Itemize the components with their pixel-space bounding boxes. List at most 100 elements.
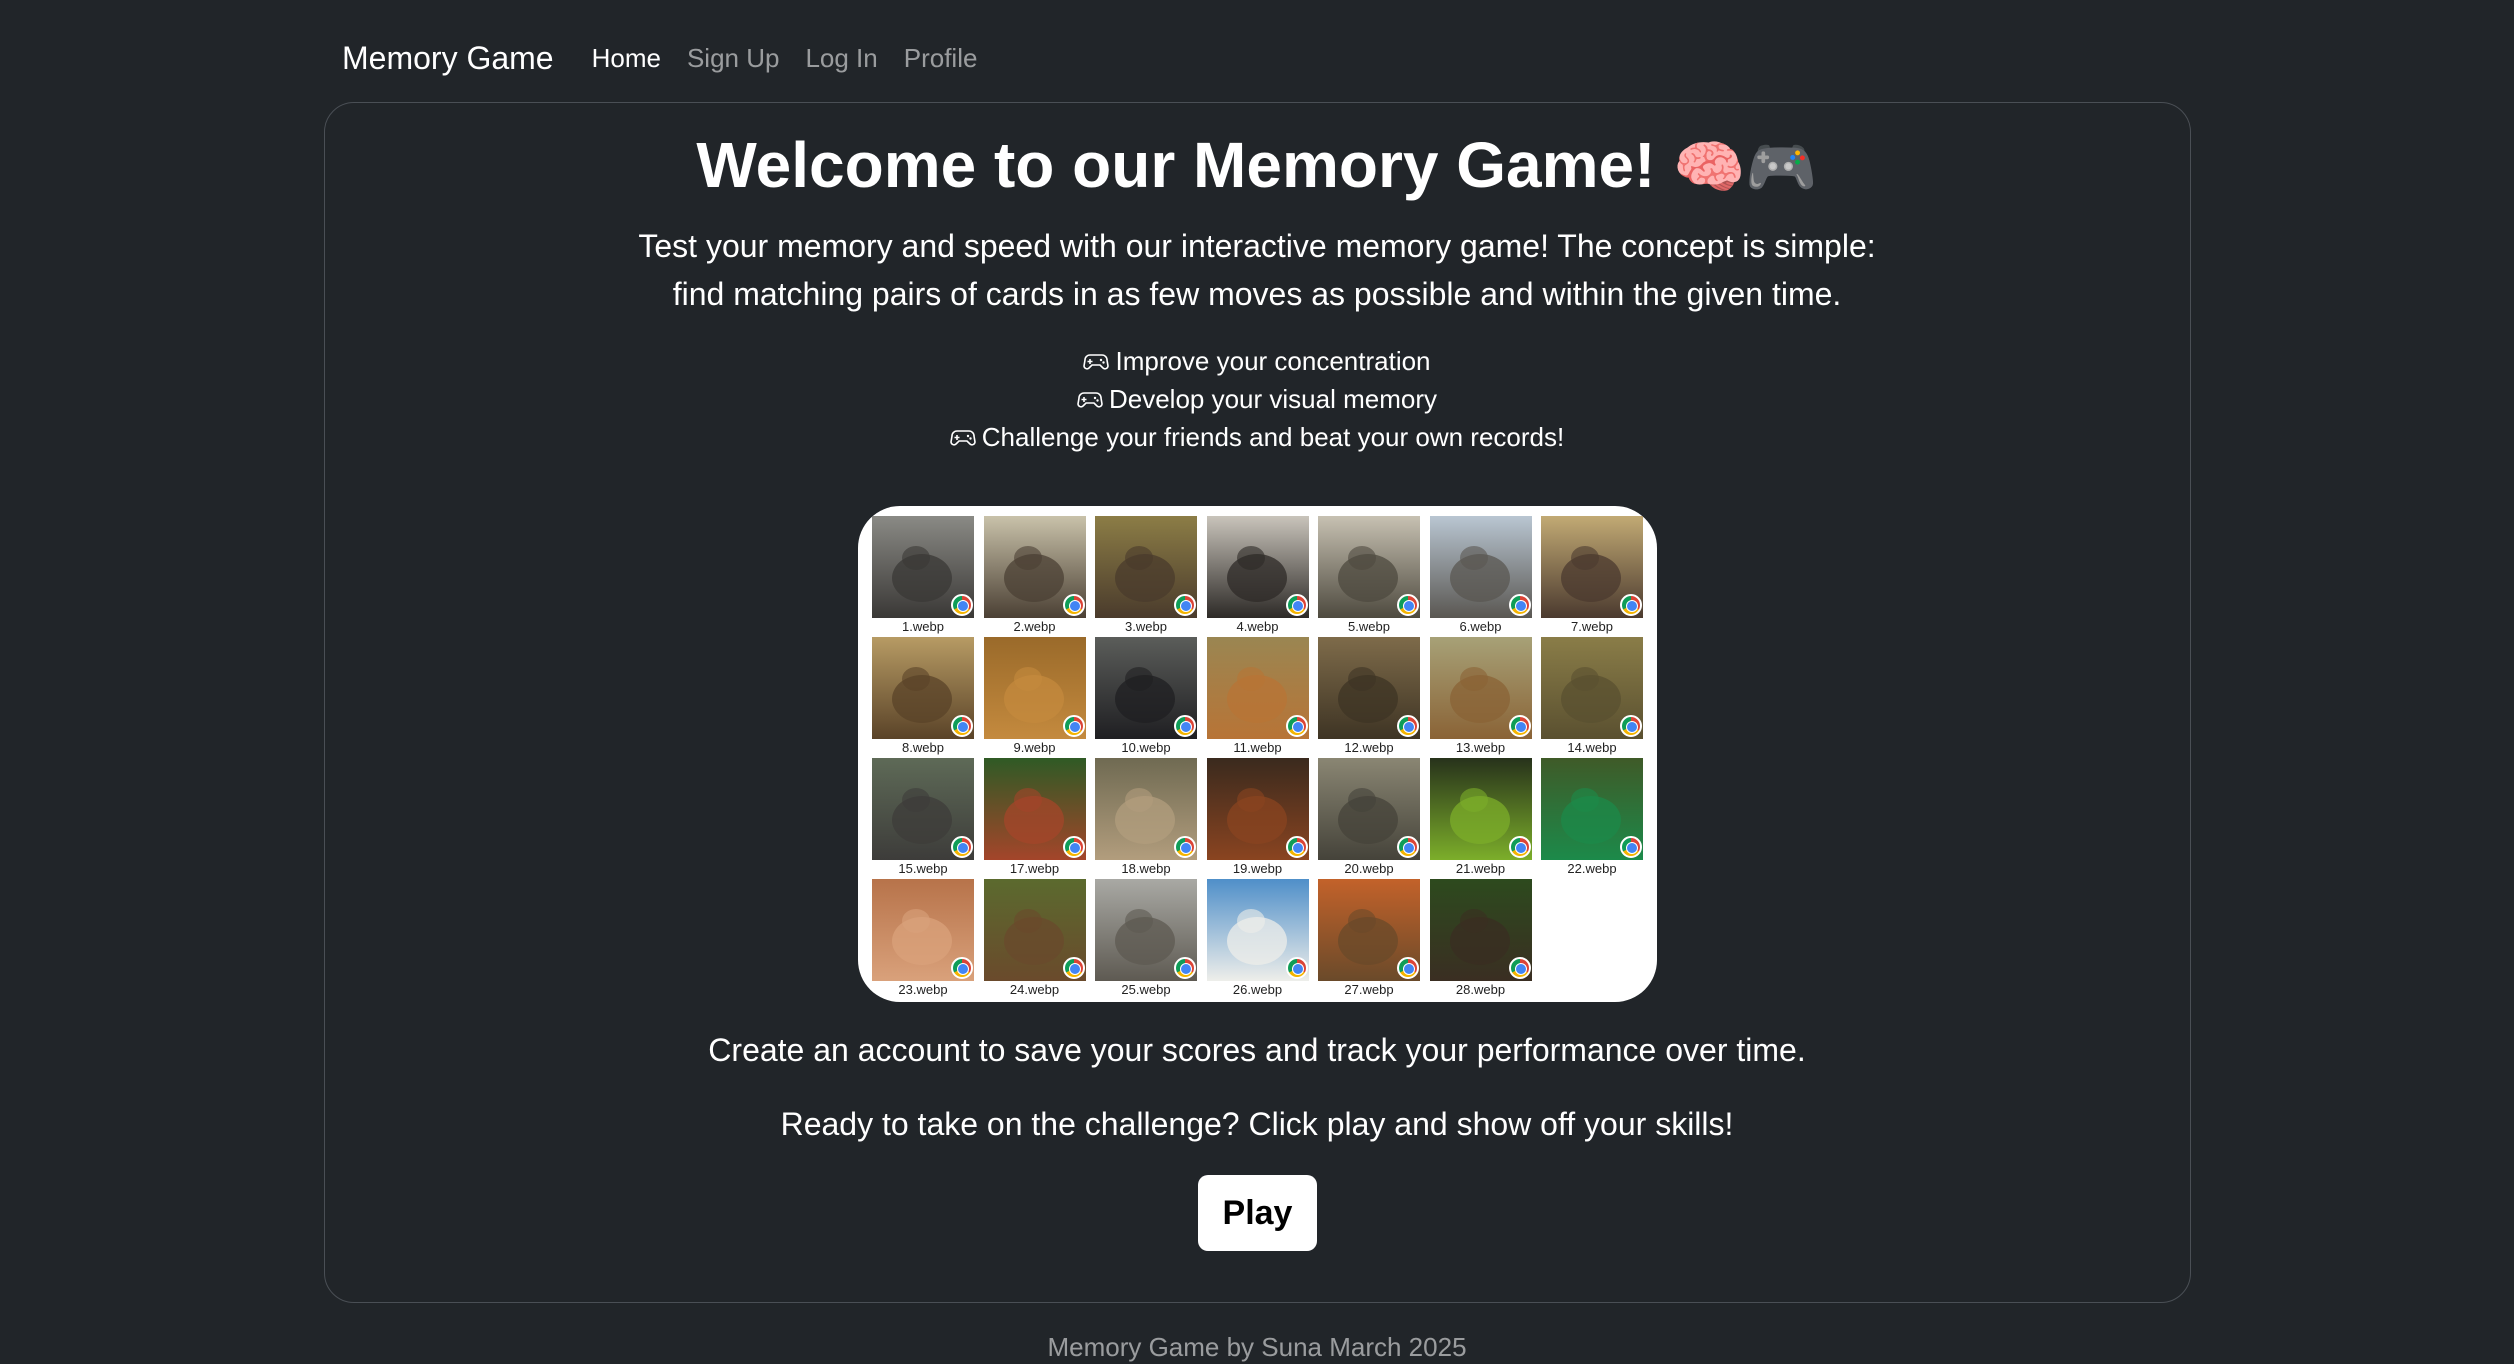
file-name: 10.webp (1121, 740, 1171, 755)
chrome-icon (1174, 836, 1196, 858)
file-name: 8.webp (902, 740, 944, 755)
chrome-icon (1062, 836, 1085, 858)
gamepad-icon (1077, 392, 1103, 408)
nav-home[interactable]: Home (592, 43, 661, 74)
page-title: Welcome to our Memory Game! 🧠🎮 (0, 128, 2514, 202)
page-title-text: Welcome to our Memory Game! (696, 129, 1656, 201)
chrome-icon (1397, 836, 1419, 858)
footer-text: Memory Game by Suna March 2025 (1047, 1332, 1467, 1362)
image-file-tile[interactable]: 4.webp (1206, 516, 1311, 636)
chrome-icon (1062, 957, 1085, 979)
chrome-icon (1285, 715, 1308, 737)
file-name: 3.webp (1125, 619, 1167, 634)
chrome-icon (1620, 594, 1642, 616)
image-file-tile[interactable]: 14.webp (1541, 637, 1645, 757)
file-name: 15.webp (898, 861, 948, 876)
image-file-tile[interactable]: 3.webp (1095, 516, 1199, 636)
image-file-tile[interactable]: 21.webp (1429, 758, 1534, 878)
image-file-tile[interactable]: 6.webp (1429, 516, 1534, 636)
chrome-icon (1397, 957, 1419, 979)
chrome-icon (1620, 715, 1642, 737)
image-file-tile[interactable]: 28.webp (1429, 879, 1534, 999)
file-name: 9.webp (1013, 740, 1056, 755)
chrome-icon (1508, 836, 1531, 858)
image-file-tile[interactable]: 1.webp (872, 516, 976, 636)
nav-profile[interactable]: Profile (904, 43, 978, 74)
file-name: 12.webp (1344, 740, 1394, 755)
chrome-icon (1174, 957, 1196, 979)
brain-gamepad-emoji: 🧠🎮 (1673, 135, 1818, 200)
image-file-tile[interactable]: 2.webp (983, 516, 1088, 636)
file-name: 4.webp (1236, 619, 1279, 634)
feature-text: Improve your concentration (1115, 346, 1431, 376)
image-file-tile[interactable]: 7.webp (1541, 516, 1645, 636)
image-file-tile[interactable]: 23.webp (872, 879, 976, 999)
chrome-icon (951, 715, 973, 737)
image-file-tile[interactable]: 27.webp (1318, 879, 1422, 999)
image-file-tile[interactable]: 13.webp (1429, 637, 1534, 757)
file-name: 14.webp (1567, 740, 1617, 755)
image-file-tile[interactable]: 17.webp (983, 758, 1088, 878)
image-file-tile[interactable]: 26.webp (1206, 879, 1311, 999)
chrome-icon (1508, 957, 1531, 979)
image-file-tile[interactable]: 20.webp (1318, 758, 1422, 878)
file-name: 24.webp (1009, 982, 1060, 997)
gamepad-icon (949, 430, 976, 446)
chrome-icon (1285, 594, 1308, 616)
chrome-icon (951, 836, 973, 858)
file-name: 20.webp (1344, 861, 1394, 876)
image-file-tile[interactable]: 8.webp (872, 637, 976, 757)
file-name: 18.webp (1121, 861, 1171, 876)
chrome-icon (1174, 715, 1196, 737)
intro-text: Test your memory and speed with our inte… (0, 222, 2514, 318)
file-name: 25.webp (1121, 982, 1171, 997)
image-file-tile[interactable]: 18.webp (1095, 758, 1199, 878)
file-name: 26.webp (1232, 982, 1283, 997)
file-name: 28.webp (1455, 982, 1506, 997)
file-name: 11.webp (1233, 740, 1282, 755)
feature-item: Challenge your friends and beat your own… (0, 418, 2514, 456)
intro-line-1: Test your memory and speed with our inte… (638, 228, 1876, 264)
ready-message: Ready to take on the challenge? Click pl… (780, 1106, 1734, 1142)
chrome-icon (1062, 715, 1085, 737)
chrome-icon (1285, 836, 1308, 858)
file-name: 17.webp (1009, 861, 1060, 876)
file-name: 6.webp (1459, 619, 1502, 634)
gamepad-icon (1083, 354, 1110, 370)
chrome-icon (1508, 715, 1531, 737)
image-file-tile[interactable]: 22.webp (1541, 758, 1645, 878)
animal-images-preview: 1.webp 2.webp 3.webp 4.webp 5.webp 6.webp 7.we… (858, 506, 1657, 1002)
nav-log-in[interactable]: Log In (805, 43, 877, 74)
image-file-tile[interactable]: 12.webp (1318, 637, 1422, 757)
chrome-icon (1285, 957, 1308, 979)
file-name: 1.webp (902, 619, 944, 634)
image-file-tile[interactable]: 11.webp (1206, 637, 1311, 757)
chrome-icon (1620, 836, 1642, 858)
file-name: 13.webp (1455, 740, 1506, 755)
image-file-tile[interactable]: 10.webp (1095, 637, 1199, 757)
chrome-icon (1397, 594, 1419, 616)
file-name: 22.webp (1567, 861, 1617, 876)
account-message: Create an account to save your scores an… (708, 1032, 1806, 1068)
brand-link[interactable]: Memory Game (342, 40, 554, 77)
feature-item: Improve your concentration (0, 342, 2514, 380)
image-file-tile[interactable]: 15.webp (872, 758, 976, 878)
feature-list: Improve your concentration Develop your … (0, 342, 2514, 456)
image-file-tile[interactable]: 19.webp (1206, 758, 1311, 878)
file-name: 27.webp (1344, 982, 1394, 997)
chrome-icon (1508, 594, 1531, 616)
play-button[interactable]: Play (1198, 1175, 1317, 1251)
nav-sign-up[interactable]: Sign Up (687, 43, 780, 74)
navbar: Memory Game Home Sign Up Log In Profile (342, 30, 1003, 86)
image-file-tile[interactable]: 24.webp (983, 879, 1088, 999)
file-name: 21.webp (1455, 861, 1506, 876)
intro-line-2: find matching pairs of cards in as few m… (672, 276, 1842, 312)
image-file-tile[interactable]: 9.webp (983, 637, 1088, 757)
chrome-icon (951, 594, 973, 616)
image-file-tile[interactable]: 5.webp (1318, 516, 1422, 636)
chrome-icon (1062, 594, 1085, 616)
chrome-icon (1174, 594, 1196, 616)
file-name: 19.webp (1232, 861, 1283, 876)
image-file-tile[interactable]: 25.webp (1095, 879, 1199, 999)
feature-text: Challenge your friends and beat your own… (981, 422, 1565, 452)
